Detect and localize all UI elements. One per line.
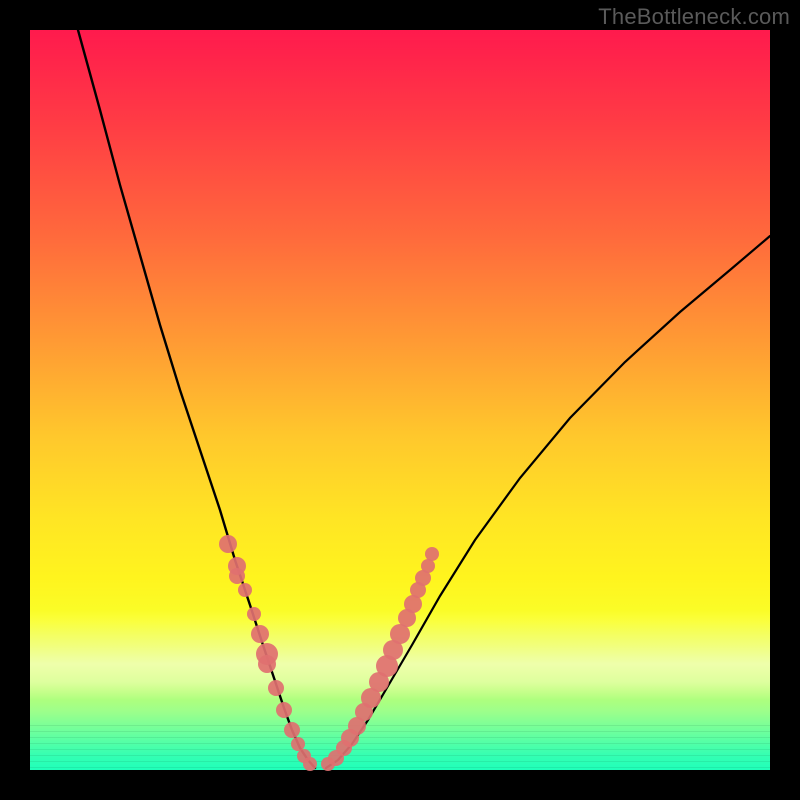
curve-group	[78, 30, 770, 768]
left-curve	[78, 30, 315, 768]
dots-left	[219, 535, 317, 771]
outer-frame: TheBottleneck.com	[0, 0, 800, 800]
data-dot	[276, 702, 292, 718]
chart-svg	[30, 30, 770, 770]
data-dot	[421, 559, 435, 573]
data-dot	[247, 607, 261, 621]
data-dot	[219, 535, 237, 553]
data-dot	[284, 722, 300, 738]
data-dot	[238, 583, 252, 597]
data-dot	[425, 547, 439, 561]
data-dot	[303, 757, 317, 771]
data-dot	[291, 737, 305, 751]
data-dot	[229, 568, 245, 584]
data-dot	[268, 680, 284, 696]
right-curve	[326, 236, 770, 768]
plot-area	[30, 30, 770, 770]
data-dot	[258, 655, 276, 673]
dots-right	[321, 547, 439, 771]
data-dot	[251, 625, 269, 643]
watermark-text: TheBottleneck.com	[598, 4, 790, 30]
